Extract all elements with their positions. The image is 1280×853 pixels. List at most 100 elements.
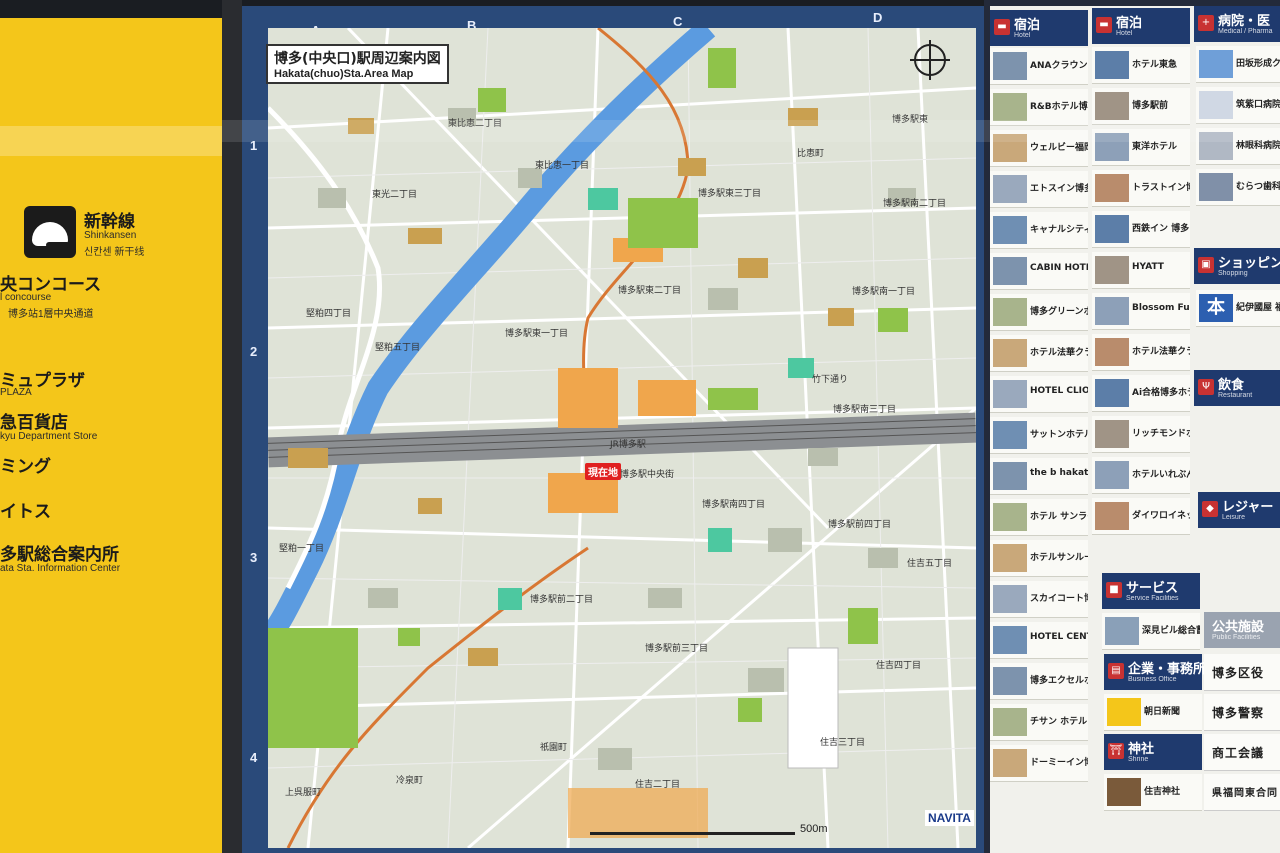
facility-name: ホテル サンライン (1030, 512, 1088, 522)
directory-entry[interactable]: 博多エクセルホテル東急 (990, 663, 1088, 700)
service-name: 深見ビル総合蓄電室 (1142, 626, 1200, 636)
directory-entry[interactable]: むらつ歯科 (1196, 169, 1280, 206)
facility-name: 博多グリーンホテル (1030, 307, 1088, 317)
public-facility-1[interactable]: 博多区役 (1204, 654, 1280, 691)
area-label: 博多駅前四丁目 (828, 520, 892, 530)
facility-name: ホテル法華クラブ (1030, 348, 1088, 358)
building-thumbnail (1095, 174, 1129, 202)
building-thumbnail (993, 626, 1027, 654)
building-thumbnail (993, 667, 1027, 695)
building-thumbnail (1095, 502, 1129, 530)
facility-name: HYATT (1132, 262, 1164, 272)
directory-entry[interactable]: 筑紫口病院 (1196, 87, 1280, 124)
bookstore-entry[interactable]: 本 紀伊國屋 福岡 (1196, 290, 1280, 327)
facility-name: ダイワロイネット (1132, 511, 1190, 521)
directory-entry[interactable]: ANAクラウンプラザ (990, 48, 1088, 85)
bookstore-name: 紀伊國屋 福岡 (1236, 303, 1280, 313)
building-thumbnail (993, 298, 1027, 326)
directory-entry[interactable]: Blossom Fukuoka (1092, 293, 1190, 330)
directory-entry[interactable]: キャナルシティ (990, 212, 1088, 249)
facility-name: チサン ホテル 博多 (1030, 717, 1088, 727)
building-thumbnail (993, 462, 1027, 490)
grid-row-2: 2 (250, 344, 258, 359)
directory-entry[interactable]: ホテルサンルート (990, 540, 1088, 577)
directory-entry[interactable]: スカイコート博多 (990, 581, 1088, 618)
directory-entry[interactable]: ホテル法華クラブ (1092, 334, 1190, 371)
public-header-jp: 公共施設 (1212, 620, 1265, 635)
hospital-header: + 病院・医 Medical / Pharma (1194, 6, 1280, 42)
facility-name: スカイコート博多 (1030, 594, 1088, 604)
building-thumbnail (1095, 51, 1129, 79)
directory-entry[interactable]: HYATT (1092, 252, 1190, 289)
directory-entry[interactable]: エトスイン博多 (990, 171, 1088, 208)
public-facility-4[interactable]: 県福岡東合同 (1204, 774, 1280, 811)
area-label: 博多駅東一丁目 (505, 329, 569, 339)
hospital-icon: + (1198, 15, 1214, 31)
directory-entry[interactable]: ホテル サンライン (990, 499, 1088, 536)
shrine-entry[interactable]: 住吉神社 (1104, 774, 1202, 811)
directory-entry[interactable]: サットンホテル博多 (990, 417, 1088, 454)
business-header-jp: 企業・事務所 (1128, 662, 1207, 677)
shrine-name: 住吉神社 (1144, 787, 1181, 797)
shrine-header-jp: 神社 (1128, 742, 1155, 757)
public-facility-name: 県福岡東合同 (1212, 788, 1278, 799)
directory-entry[interactable]: HOTEL CENTURY ART (990, 622, 1088, 659)
facility-name: ホテル東急 (1132, 60, 1178, 70)
public-facility-2[interactable]: 博多警察 (1204, 694, 1280, 731)
directory-entry[interactable]: CABIN HOTEL (990, 253, 1088, 290)
hospital-header-en: Medical / Pharma (1218, 28, 1273, 35)
directory-entry[interactable]: ダイワロイネット (1092, 498, 1190, 535)
bed-icon: ▬ (1096, 17, 1112, 33)
torii-icon: ⛩ (1108, 743, 1124, 759)
glass-reflection (222, 120, 1280, 142)
business-entry[interactable]: 朝日新聞 (1104, 694, 1202, 731)
shopping-header: ▣ ショッピン Shopping (1194, 248, 1280, 284)
service-entry[interactable]: 深見ビル総合蓄電室 (1102, 613, 1200, 650)
directory-entry[interactable]: 田坂形成クリニック (1196, 46, 1280, 83)
hotel-header-2: ▬ 宿泊 Hotel (1092, 8, 1190, 44)
grid-column-d: D (873, 10, 883, 25)
business-header: ▤ 企業・事務所 Business Office (1104, 654, 1206, 690)
building-thumbnail (1095, 215, 1129, 243)
shinkansen-train-icon (24, 206, 76, 258)
area-label: 住吉三丁目 (820, 738, 866, 748)
hotel-header-2-en: Hotel (1116, 30, 1133, 37)
plaza-en: PLAZA (0, 387, 32, 398)
area-label: 博多駅前二丁目 (530, 595, 594, 605)
map-title-jp: 博多(中央口)駅周辺案内図 (274, 51, 441, 67)
area-label: 東比恵一丁目 (535, 161, 590, 171)
map-title: 博多(中央口)駅周辺案内図 Hakata(chuo)Sta.Area Map (266, 44, 449, 84)
directory-entry[interactable]: ドーミーイン博多 (990, 745, 1088, 782)
directory-entry[interactable]: ホテル東急 (1092, 47, 1190, 84)
shrine-thumbnail (1107, 778, 1141, 806)
directory-entry[interactable]: Ai合格博多ホテル (1092, 375, 1190, 412)
shrine-header-en: Shrine (1128, 756, 1149, 763)
hotel-header-en: Hotel (1014, 32, 1031, 39)
public-facility-3[interactable]: 商工会議 (1204, 734, 1280, 771)
directory-entry[interactable]: リッチモンドホテル (1092, 416, 1190, 453)
facility-name: エトスイン博多 (1030, 184, 1088, 194)
hotel-header: ▬ 宿泊 Hotel (990, 10, 1088, 46)
building-thumbnail (993, 380, 1027, 408)
facility-name: Ai合格博多ホテル (1132, 388, 1190, 398)
directory-entry[interactable]: 博多グリーンホテル (990, 294, 1088, 331)
facility-name: むらつ歯科 (1236, 182, 1280, 192)
directory-entry[interactable]: トラストイン博多 (1092, 170, 1190, 207)
directory-entry[interactable]: チサン ホテル 博多 (990, 704, 1088, 741)
directory-entry[interactable]: 西鉄イン 博多 (1092, 211, 1190, 248)
concourse-sub: 博多站1層中央通道 (8, 309, 94, 320)
area-label: 住吉四丁目 (876, 661, 922, 671)
restaurant-header: Ψ 飲食 Restaurant (1194, 370, 1280, 406)
building-thumbnail (993, 93, 1027, 121)
directory-entry[interactable]: the b hakata (990, 458, 1088, 495)
business-header-en: Business Office (1128, 676, 1177, 683)
facility-name: キャナルシティ (1030, 225, 1088, 235)
scale-bar (590, 826, 795, 835)
leisure-header-jp: レジャー (1222, 500, 1274, 515)
directory-entry[interactable]: HOTEL CLIO COURT (990, 376, 1088, 413)
facility-name: 田坂形成クリニック (1236, 59, 1280, 69)
area-label: 住吉五丁目 (907, 559, 953, 569)
directory-entry[interactable]: ホテルいれぶん (1092, 457, 1190, 494)
shinkansen-label: 新幹線 (84, 212, 135, 232)
directory-entry[interactable]: ホテル法華クラブ (990, 335, 1088, 372)
